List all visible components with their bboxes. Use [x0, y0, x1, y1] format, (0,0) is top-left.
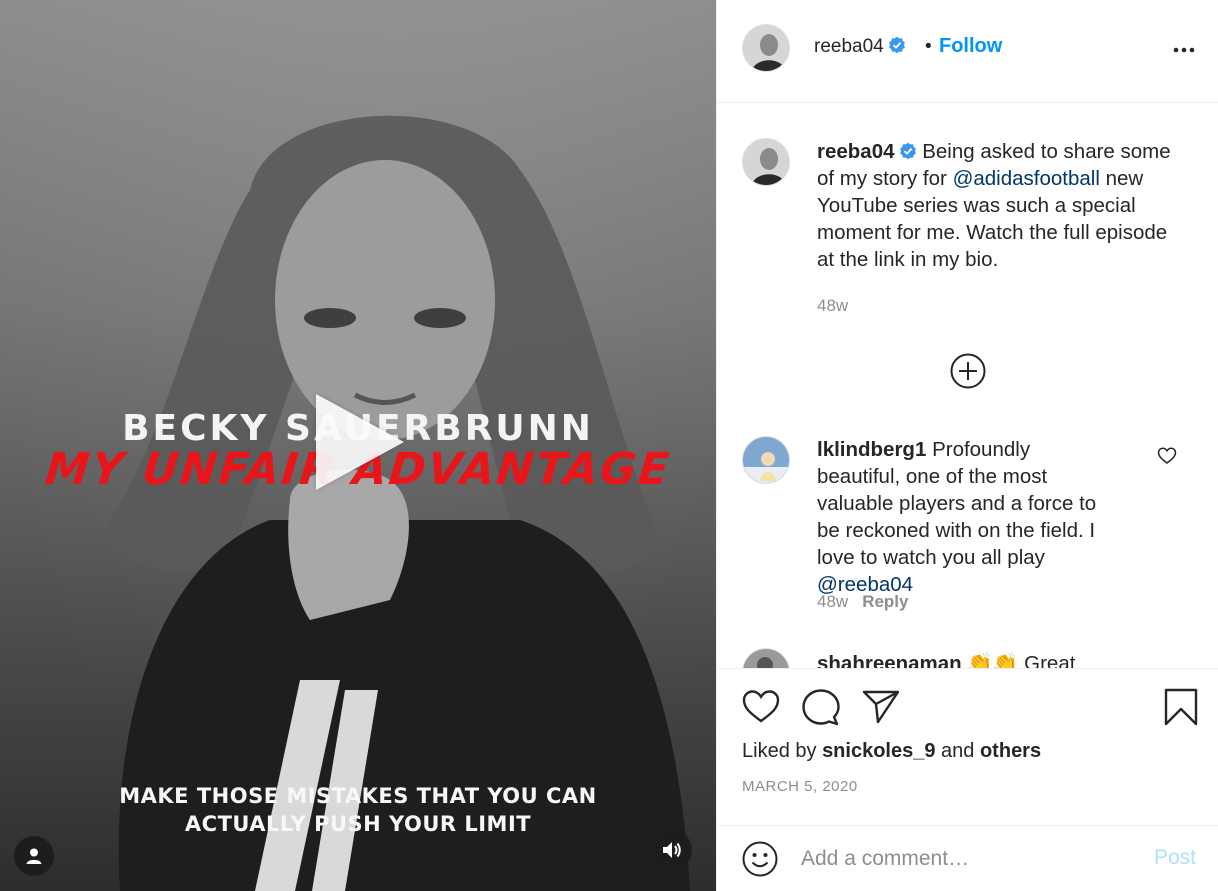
post-header: reeba04 • Follow: [717, 0, 1218, 103]
add-comment-bar: Post: [717, 825, 1218, 891]
author-avatar[interactable]: [742, 138, 790, 186]
post-comment-button[interactable]: Post: [1154, 846, 1196, 870]
caption-mention-link[interactable]: @adidasfootball: [953, 167, 1100, 190]
likes-prefix: Liked by: [742, 740, 823, 762]
tagged-users-button[interactable]: [14, 836, 54, 876]
likes-middle: and: [935, 740, 980, 762]
like-comment-heart-icon[interactable]: [1157, 446, 1177, 466]
avatar-image: [743, 25, 789, 71]
avatar-image: [743, 139, 789, 185]
commenter-avatar[interactable]: [742, 436, 790, 484]
comment-text: lklindberg1 Profoundly beautiful, one of…: [817, 436, 1117, 598]
save-bookmark-icon[interactable]: [1161, 687, 1201, 727]
liked-by-others-link[interactable]: others: [980, 740, 1041, 762]
play-icon[interactable]: [316, 394, 404, 490]
commenter-avatar[interactable]: [742, 648, 790, 669]
comments-list[interactable]: reeba04 Being asked to share some of my …: [717, 104, 1218, 669]
share-direct-icon[interactable]: [861, 687, 901, 727]
like-heart-icon[interactable]: [741, 687, 781, 727]
video-subtitle-line-2: ACTUALLY PUSH YOUR LIMIT: [184, 812, 532, 836]
comment-text: shahreenaman 👏👏 Great: [817, 650, 1177, 669]
comment-bubble-icon[interactable]: [801, 687, 841, 727]
author-username: reeba04: [814, 36, 884, 57]
speaker-icon: [663, 842, 681, 858]
likes-summary: Liked by snickoles_9 and others: [742, 740, 1041, 763]
comment-input[interactable]: [801, 842, 1131, 876]
post-video[interactable]: BECKY SAUERBRUNN MY UNFAIR ADVANTAGE MAK…: [0, 0, 716, 891]
commenter-username[interactable]: shahreenaman: [817, 652, 962, 669]
audio-toggle-button[interactable]: [652, 830, 692, 870]
more-options-icon[interactable]: [1172, 38, 1196, 62]
comment-meta: 48w Reply: [817, 592, 908, 612]
caption-age: 48w: [817, 296, 849, 315]
caption-username[interactable]: reeba04: [817, 140, 895, 163]
comment-body: 👏👏 Great: [967, 652, 1076, 669]
avatar-image: [743, 649, 789, 669]
verified-badge-icon: [888, 36, 905, 54]
verified-badge-icon: [899, 142, 916, 160]
emoji-smiley-icon[interactable]: [741, 840, 779, 878]
avatar-image: [743, 437, 789, 483]
author-avatar[interactable]: [742, 24, 790, 72]
commenter-username[interactable]: lklindberg1: [817, 438, 926, 461]
post-date[interactable]: MARCH 5, 2020: [742, 778, 858, 795]
load-more-comments-icon[interactable]: [949, 352, 987, 390]
separator-dot: •: [925, 36, 932, 57]
caption-text: reeba04 Being asked to share some of my …: [817, 138, 1177, 273]
follow-button[interactable]: Follow: [939, 35, 1002, 58]
reply-button[interactable]: Reply: [862, 592, 908, 611]
post-side-panel: reeba04 • Follow reeba04 Being asked to …: [716, 0, 1218, 891]
liked-by-user-link[interactable]: snickoles_9: [822, 740, 935, 762]
comment-age: 48w: [817, 592, 849, 611]
user-icon: [26, 848, 42, 864]
author-username-link[interactable]: reeba04: [814, 36, 906, 58]
post-actions-section: Liked by snickoles_9 and others MARCH 5,…: [717, 668, 1218, 891]
video-subtitle-line-1: MAKE THOSE MISTAKES THAT YOU CAN: [119, 784, 597, 808]
